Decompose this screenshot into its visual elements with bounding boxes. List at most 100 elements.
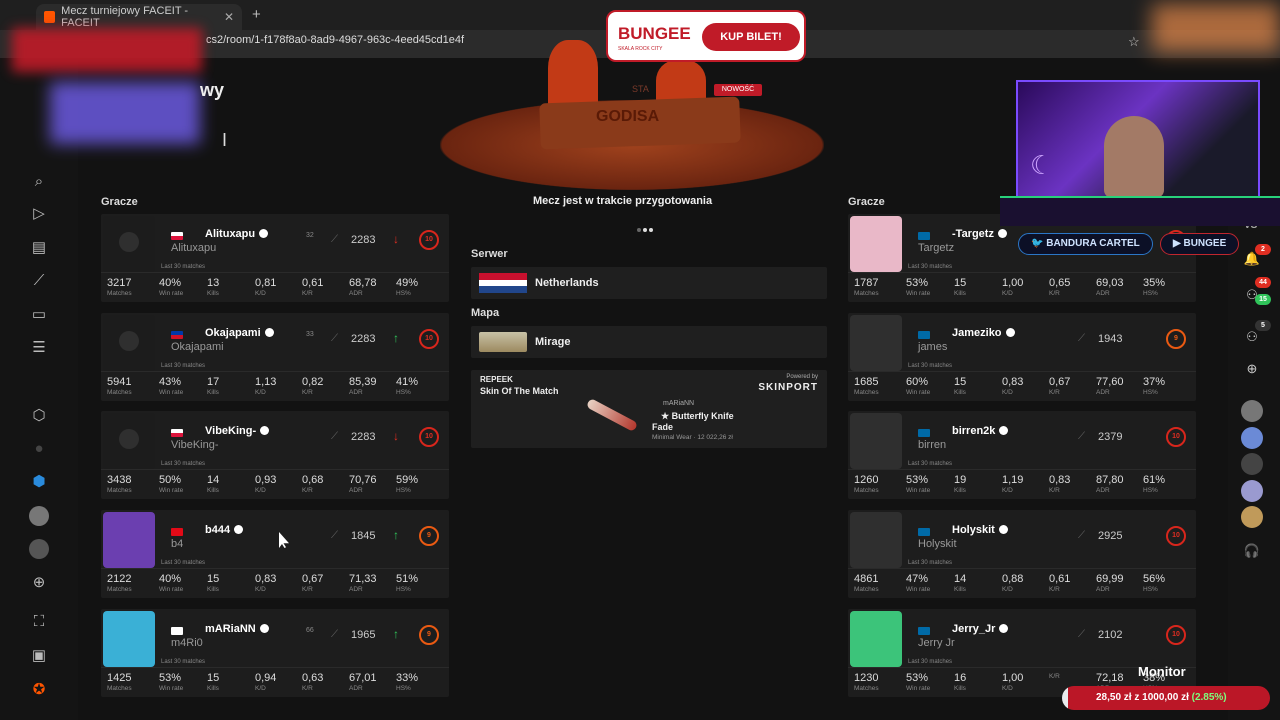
friend-avatar[interactable] (29, 506, 49, 526)
play-icon[interactable]: ▷ (29, 204, 49, 224)
friend-avatar[interactable] (1241, 506, 1263, 528)
stat-key: Matches (854, 290, 879, 297)
friend-avatar[interactable] (1241, 400, 1263, 422)
stat-winrate: 40% Win rate (159, 573, 183, 593)
stat-key: Kills (207, 586, 219, 593)
player-nickname[interactable]: birren2k (952, 425, 1009, 437)
player-avatar[interactable] (850, 611, 902, 667)
player-nickname[interactable]: Jameziko (952, 327, 1015, 339)
player-avatar[interactable] (103, 216, 155, 272)
verified-icon (1005, 328, 1015, 337)
watch-icon[interactable]: ▭ (29, 305, 49, 325)
player-subname: Jerry Jr (918, 637, 955, 649)
sponsor-brand-sub: SKALA ROCK CITY (618, 46, 663, 52)
stat-value: 14 (207, 474, 220, 486)
youtube-handle: ▶ BUNGEE (1160, 233, 1240, 255)
player-nickname-text: Okajapami (205, 327, 261, 339)
scan-icon[interactable]: ⛶ (29, 612, 49, 632)
player-nickname[interactable]: Okajapami (205, 327, 274, 339)
player-avatar[interactable] (103, 315, 155, 371)
player-avatar[interactable] (850, 512, 902, 568)
sponsor-sign[interactable]: BUNGEE SKALA ROCK CITY KUP BILET! (606, 10, 806, 62)
url-text[interactable]: cs2/room/1-f178f8a0-8ad9-4967-963c-4eed4… (206, 34, 464, 46)
stat-value: 1,19 (1002, 474, 1024, 486)
player-avatar[interactable] (103, 512, 155, 568)
player-nickname[interactable]: VibeKing- (205, 425, 270, 437)
new-tab-icon[interactable]: + (252, 6, 261, 23)
player-card[interactable]: Alituxapu Alituxapu 32 ⟋ 2283 ↓ 10 Last 30 matc… (101, 214, 449, 302)
stat-value: 0,93 (255, 474, 277, 486)
organizer-icon[interactable]: ⬢ (29, 472, 49, 492)
stat-value: 0,83 (1002, 376, 1024, 388)
stat-value: 1685 (854, 376, 879, 388)
player-avatar[interactable] (850, 216, 902, 272)
friend-avatar[interactable] (1241, 480, 1263, 502)
club-icon[interactable]: ● (29, 439, 49, 459)
stat-value: 13 (207, 277, 220, 289)
stat-value: 1260 (854, 474, 879, 486)
skill-level-badge: 9 (419, 526, 439, 546)
add-friend-icon[interactable]: ⊕ (1241, 358, 1263, 380)
count-badge: 15 (1255, 294, 1271, 305)
player-nickname[interactable]: Alituxapu (205, 228, 269, 240)
player-nickname[interactable]: b444 (205, 524, 244, 536)
webcam-frame (1000, 196, 1280, 226)
player-nickname[interactable]: mARiaNN (205, 623, 269, 635)
player-card[interactable]: -TargetzTargetz⟋Last 30 matches1787Match… (848, 214, 1196, 302)
close-tab-icon[interactable]: ✕ (224, 10, 234, 24)
stats-icon[interactable]: ⟋ (29, 271, 49, 291)
briefcase-icon[interactable]: ▣ (29, 646, 49, 666)
player-nickname[interactable]: -Targetz (952, 228, 1007, 240)
server-name: Netherlands (535, 277, 599, 289)
player-card[interactable]: Holyskit Holyskit ⟋ 2925 10 Last 30 matches 48… (848, 510, 1196, 598)
stat-value: 68,78 (349, 277, 377, 289)
stat-key: K/R (1049, 586, 1060, 593)
player-stats-row: 3438 Matches 50% Win rate 14 Kills 0,93 K/D 0,68… (101, 469, 449, 499)
player-nickname[interactable]: Holyskit (952, 524, 1008, 536)
list-icon[interactable]: ☰ (29, 338, 49, 358)
last-30-label: Last 30 matches (161, 264, 206, 270)
friend-avatar[interactable] (1241, 453, 1263, 475)
player-avatar[interactable] (850, 315, 902, 371)
friend-avatar[interactable] (29, 539, 49, 559)
buy-ticket-button[interactable]: KUP BILET! (702, 23, 800, 51)
friend-avatar[interactable] (1241, 427, 1263, 449)
player-card[interactable]: VibeKing- VibeKing- ⟋ 2283 ↓ 10 Last 30 matche… (101, 411, 449, 499)
map-thumbnail (479, 332, 527, 352)
player-nickname[interactable]: Jerry_Jr (952, 623, 1009, 635)
skin-of-match-card[interactable]: REPEEK Skin Of The Match Powered by SKIN… (471, 370, 827, 448)
player-card[interactable]: Jerry_Jr Jerry Jr ⟋ 2102 10 Last 30 matches 12… (848, 609, 1196, 697)
player-card[interactable]: b444 b4 ⟋ 1845 ↑ 9 Last 30 matches 2122 Matches 4… (101, 510, 449, 598)
faceit-logo-icon[interactable]: ✪ (29, 680, 49, 700)
stat-value: 40% (159, 573, 182, 585)
stat-value: 67,01 (349, 672, 377, 684)
player-card[interactable]: mARiaNN m4Ri0 66 ⟋ 1965 ↑ 9 Last 30 matches 1425… (101, 609, 449, 697)
stat-key: Kills (954, 487, 966, 494)
player-card[interactable]: Okajapami Okajapami 33 ⟋ 2283 ↑ 10 Last 30 matc… (101, 313, 449, 401)
verified-icon (259, 229, 269, 238)
leaderboard-icon[interactable]: ▤ (29, 238, 49, 258)
stat-value: 14 (954, 573, 967, 585)
skin-sponsor: REPEEK (480, 375, 513, 384)
player-elo: 2283 (351, 333, 376, 345)
stat-value: 77,60 (1096, 376, 1124, 388)
hub-icon[interactable]: ⬡ (29, 406, 49, 426)
add-icon[interactable]: ⊕ (29, 573, 49, 593)
browser-tab[interactable]: Mecz turniejowy FACEIT - FACEIT ✕ (36, 4, 242, 30)
country-flag-icon (171, 429, 183, 437)
bookmark-star-icon[interactable]: ☆ (1128, 34, 1140, 50)
player-card[interactable]: Jameziko james ⟋ 1943 9 Last 30 matches 1685 Ma… (848, 313, 1196, 401)
carousel-dots[interactable] (637, 219, 661, 232)
player-nickname-text: VibeKing- (205, 425, 257, 437)
player-elo: 1845 (351, 530, 376, 542)
player-avatar[interactable] (850, 413, 902, 469)
player-avatar[interactable] (103, 611, 155, 667)
player-avatar[interactable] (103, 413, 155, 469)
headset-icon[interactable]: 🎧 (1241, 540, 1263, 562)
player-card[interactable]: birren2k birren ⟋ 2379 10 Last 30 matches 1260… (848, 411, 1196, 499)
stat-kr: 0,63 K/R (302, 672, 323, 692)
stat-key: K/D (1002, 487, 1013, 494)
search-players-icon[interactable]: ⌕ (29, 172, 49, 192)
stat-value: 1230 (854, 672, 879, 684)
player-stats-row: 5941 Matches 43% Win rate 17 Kills 1,13 K/D 0,82… (101, 371, 449, 401)
